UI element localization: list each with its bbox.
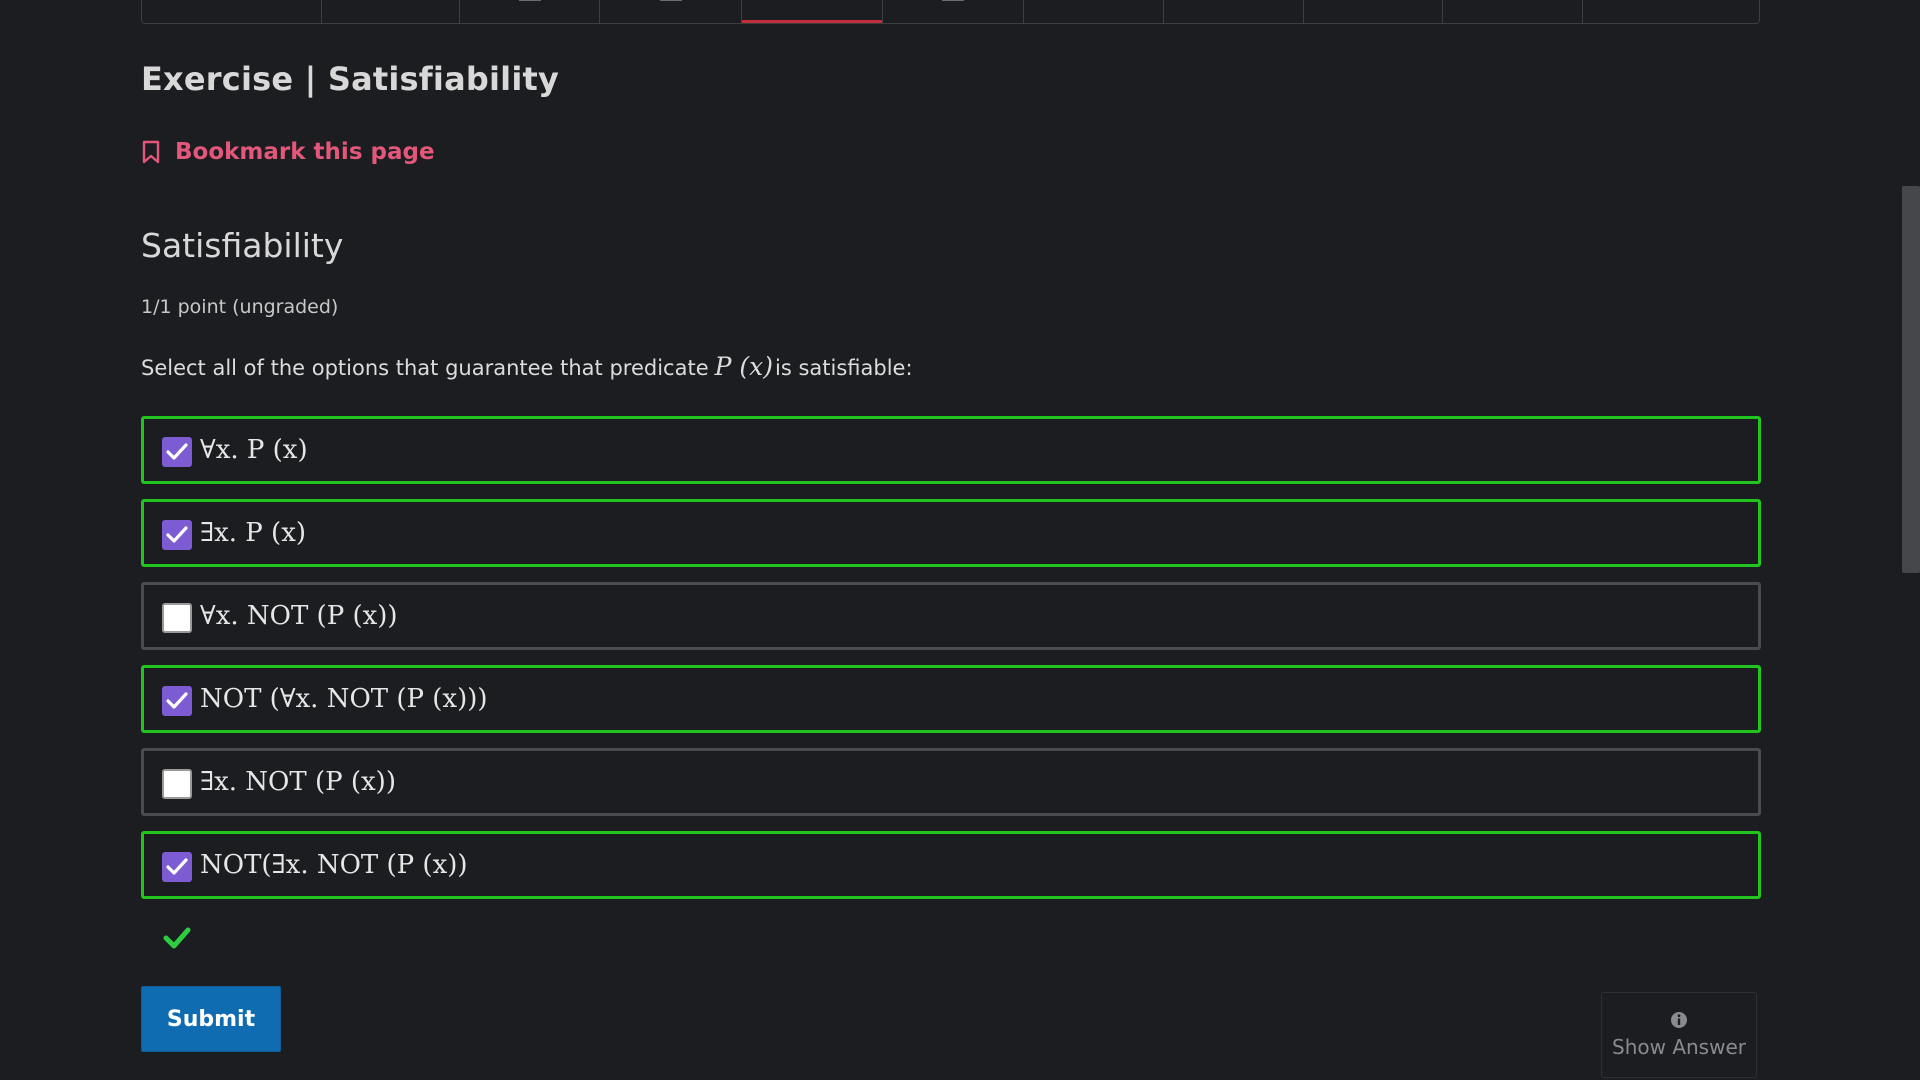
choice-option[interactable]: ∃x. P (x) <box>141 499 1761 567</box>
unit-icon <box>942 0 964 1</box>
sequence-tab-5[interactable] <box>742 0 884 23</box>
checkbox-checked[interactable] <box>162 437 192 467</box>
prompt-text-after: is satisfiable: <box>775 356 913 380</box>
prompt-math: P (x) <box>714 352 773 381</box>
choice-label: ∀x. NOT (P (x)) <box>200 601 398 631</box>
choice-option[interactable]: NOT(∃x. NOT (P (x)) <box>141 831 1761 899</box>
show-answer-button[interactable]: Show Answer <box>1601 992 1757 1078</box>
checkbox-checked[interactable] <box>162 520 192 550</box>
info-icon <box>1671 1012 1687 1028</box>
sequence-tab-3[interactable] <box>460 0 601 23</box>
checkbox-unchecked[interactable] <box>162 603 192 633</box>
prompt-text-before: Select all of the options that guarantee… <box>141 356 709 380</box>
choice-list: ∀x. P (x) ∃x. P (x) ∀x. NOT (P (x)) NOT (∀x… <box>141 416 1761 914</box>
choice-label: ∃x. P (x) <box>200 518 307 548</box>
bookmark-button[interactable]: Bookmark this page <box>141 139 435 165</box>
page: Exercise | Satisfiability Bookmark this … <box>0 0 1920 1080</box>
submit-button[interactable]: Submit <box>141 986 281 1052</box>
sequence-tab-2[interactable] <box>322 0 460 23</box>
sequence-tab-1[interactable] <box>142 0 322 23</box>
checkbox-unchecked[interactable] <box>162 769 192 799</box>
sequence-tab-11[interactable] <box>1583 0 1759 23</box>
checkmark-icon <box>166 443 188 460</box>
scrollbar-thumb[interactable] <box>1902 186 1920 573</box>
choice-label: ∀x. P (x) <box>200 435 308 465</box>
checkmark-icon <box>166 692 188 709</box>
sequence-tab-4[interactable] <box>600 0 743 23</box>
sequence-nav <box>141 0 1760 24</box>
checkbox-checked[interactable] <box>162 852 192 882</box>
unit-title: Exercise | Satisfiability <box>141 60 560 98</box>
choice-label: NOT (∀x. NOT (P (x))) <box>200 684 488 714</box>
sequence-tab-9[interactable] <box>1304 0 1444 23</box>
sequence-tab-10[interactable] <box>1443 0 1584 23</box>
choice-label: NOT(∃x. NOT (P (x)) <box>200 850 468 880</box>
page-scrollbar[interactable] <box>1902 0 1920 1080</box>
checkmark-icon <box>166 526 188 543</box>
choice-label: ∃x. NOT (P (x)) <box>200 767 396 797</box>
choice-option[interactable]: ∀x. P (x) <box>141 416 1761 484</box>
sequence-tab-8[interactable] <box>1164 0 1304 23</box>
sequence-tab-7[interactable] <box>1024 0 1164 23</box>
unit-icon <box>518 0 541 1</box>
choice-option[interactable]: ∃x. NOT (P (x)) <box>141 748 1761 816</box>
sequence-tab-6[interactable] <box>883 0 1024 23</box>
correct-check-icon <box>163 927 191 949</box>
unit-icon <box>659 0 682 1</box>
choice-option[interactable]: NOT (∀x. NOT (P (x))) <box>141 665 1761 733</box>
problem-points: 1/1 point (ungraded) <box>141 296 339 318</box>
bookmark-label: Bookmark this page <box>175 139 435 165</box>
choice-option[interactable]: ∀x. NOT (P (x)) <box>141 582 1761 650</box>
checkmark-icon <box>166 858 188 875</box>
problem-title: Satisfiability <box>141 226 344 265</box>
show-answer-label: Show Answer <box>1612 1035 1746 1059</box>
problem-prompt: Select all of the options that guarantee… <box>141 352 913 381</box>
checkbox-checked[interactable] <box>162 686 192 716</box>
bookmark-icon <box>142 140 160 164</box>
